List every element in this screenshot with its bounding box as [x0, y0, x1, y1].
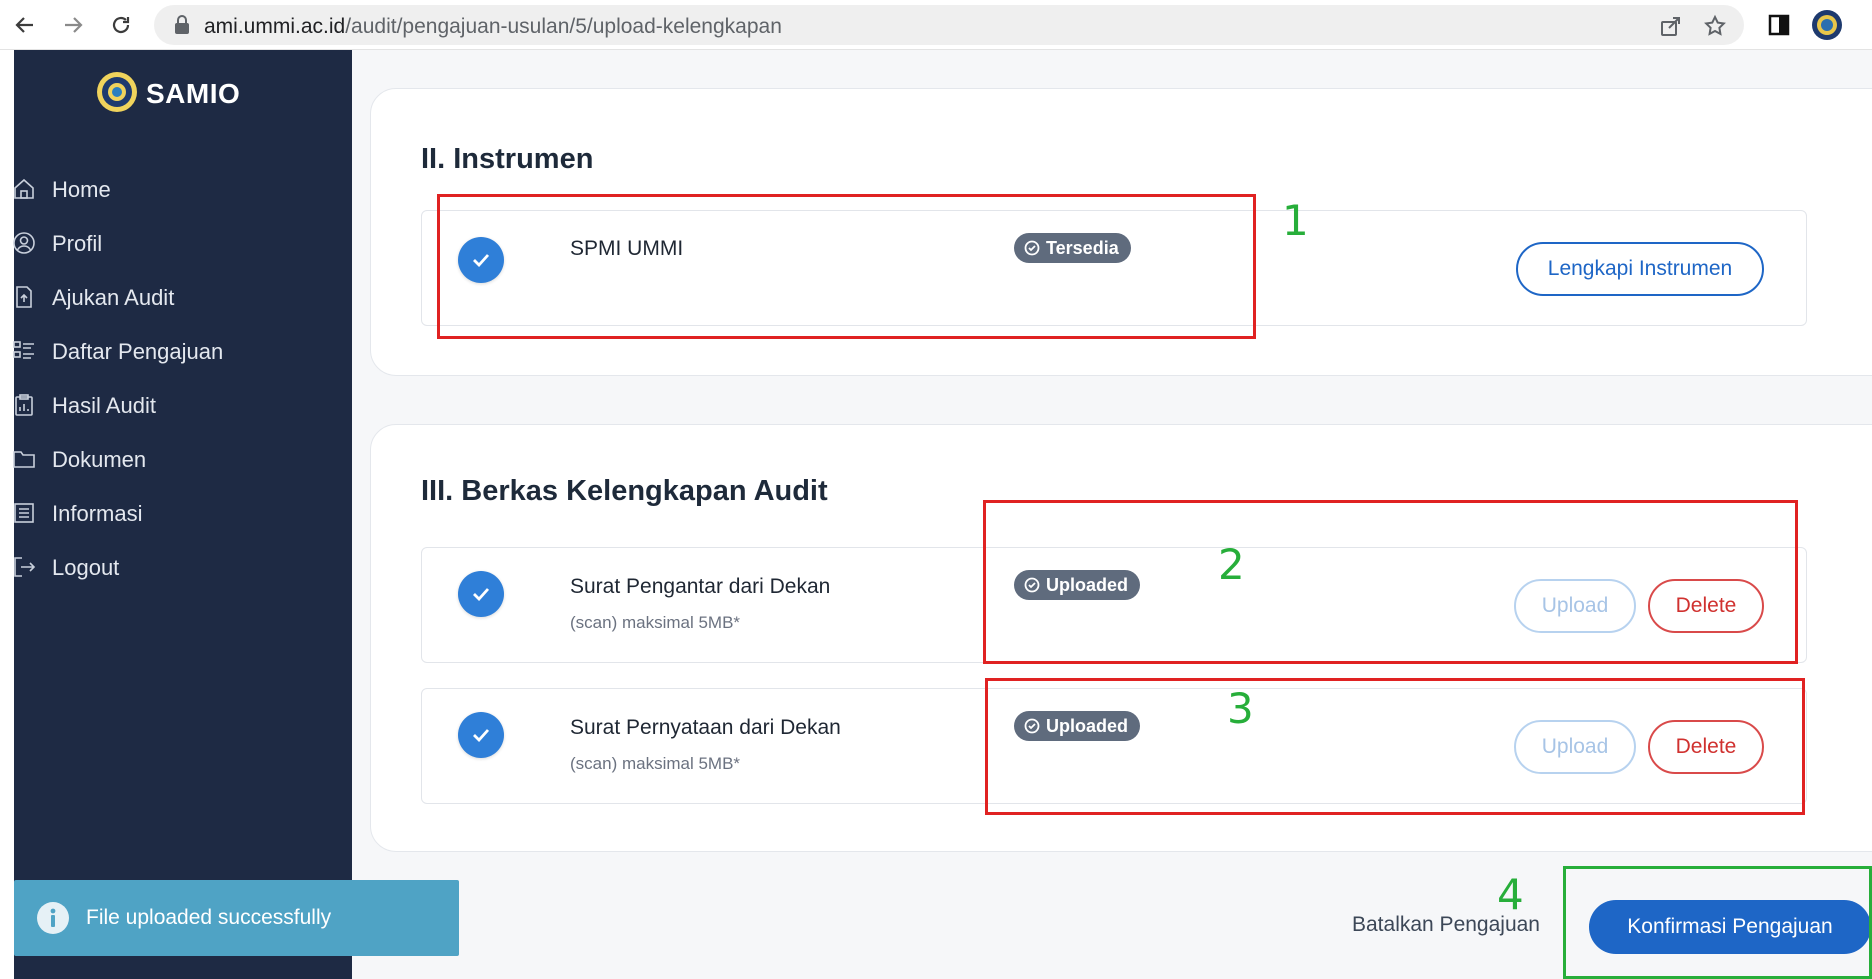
annotation-number-2: 2: [1218, 540, 1245, 589]
brand-name: SAMIO: [146, 78, 241, 109]
star-icon[interactable]: [1702, 13, 1728, 39]
reload-icon[interactable]: [104, 8, 138, 42]
sidebar-item-daftar-pengajuan[interactable]: Daftar Pengajuan: [12, 324, 352, 378]
forward-icon[interactable]: [56, 8, 90, 42]
berkas-name: Surat Pengantar dari Dekan: [570, 575, 831, 598]
sidebar: SAMIO Home Profil Ajukan Audit Daftar Pe…: [12, 50, 352, 979]
annotation-box-2: [983, 500, 1798, 664]
address-bar[interactable]: ami.ummi.ac.id/audit/pengajuan-usulan/5/…: [154, 5, 1744, 45]
info-icon: [36, 901, 70, 935]
lengkapi-instrumen-button[interactable]: Lengkapi Instrumen: [1516, 242, 1764, 296]
sidebar-item-home[interactable]: Home: [14, 162, 352, 216]
sidebar-item-ajukan-audit[interactable]: Ajukan Audit: [14, 270, 352, 324]
annotation-number-4: 4: [1497, 870, 1524, 919]
folder-icon: [12, 447, 36, 471]
side-panel-icon[interactable]: [1762, 8, 1796, 42]
sidebar-nav: Home Profil Ajukan Audit Daftar Pengajua…: [12, 162, 352, 594]
list-icon: [12, 339, 36, 363]
check-icon: [458, 712, 504, 758]
lock-icon: [174, 15, 190, 40]
annotation-box-3: [985, 678, 1805, 815]
file-upload-icon: [12, 285, 36, 309]
browser-toolbar: ami.ummi.ac.id/audit/pengajuan-usulan/5/…: [0, 0, 1872, 50]
sidebar-item-profil[interactable]: Profil: [12, 216, 352, 270]
berkas-note: (scan) maksimal 5MB*: [570, 754, 741, 773]
clipboard-chart-icon: [12, 393, 36, 417]
sidebar-item-dokumen[interactable]: Dokumen: [12, 432, 352, 486]
sidebar-item-logout[interactable]: Logout: [14, 540, 352, 594]
annotation-number-1: 1: [1282, 196, 1309, 245]
back-icon[interactable]: [8, 8, 42, 42]
annotation-box-4: [1563, 866, 1872, 979]
profile-avatar-icon[interactable]: [1810, 8, 1844, 42]
toast-message: File uploaded successfully: [86, 906, 332, 929]
brand[interactable]: SAMIO: [96, 71, 241, 118]
logout-icon: [12, 555, 36, 579]
berkas-note: (scan) maksimal 5MB*: [570, 613, 741, 632]
document-lines-icon: [12, 501, 36, 525]
sidebar-item-hasil-audit[interactable]: Hasil Audit: [14, 378, 352, 432]
check-icon: [458, 571, 504, 617]
university-logo-icon: [96, 71, 138, 118]
sidebar-item-informasi[interactable]: Informasi: [14, 486, 352, 540]
home-icon: [12, 177, 36, 201]
user-circle-icon: [12, 231, 36, 255]
annotation-box-1: [437, 194, 1256, 339]
berkas-title: III. Berkas Kelengkapan Audit: [421, 475, 828, 507]
url-text: ami.ummi.ac.id/audit/pengajuan-usulan/5/…: [204, 15, 782, 38]
instrumen-title: II. Instrumen: [421, 143, 594, 175]
toast-notification[interactable]: File uploaded successfully: [14, 880, 459, 956]
annotation-number-3: 3: [1227, 684, 1254, 733]
berkas-name: Surat Pernyataan dari Dekan: [570, 716, 841, 739]
share-icon[interactable]: [1658, 13, 1684, 39]
